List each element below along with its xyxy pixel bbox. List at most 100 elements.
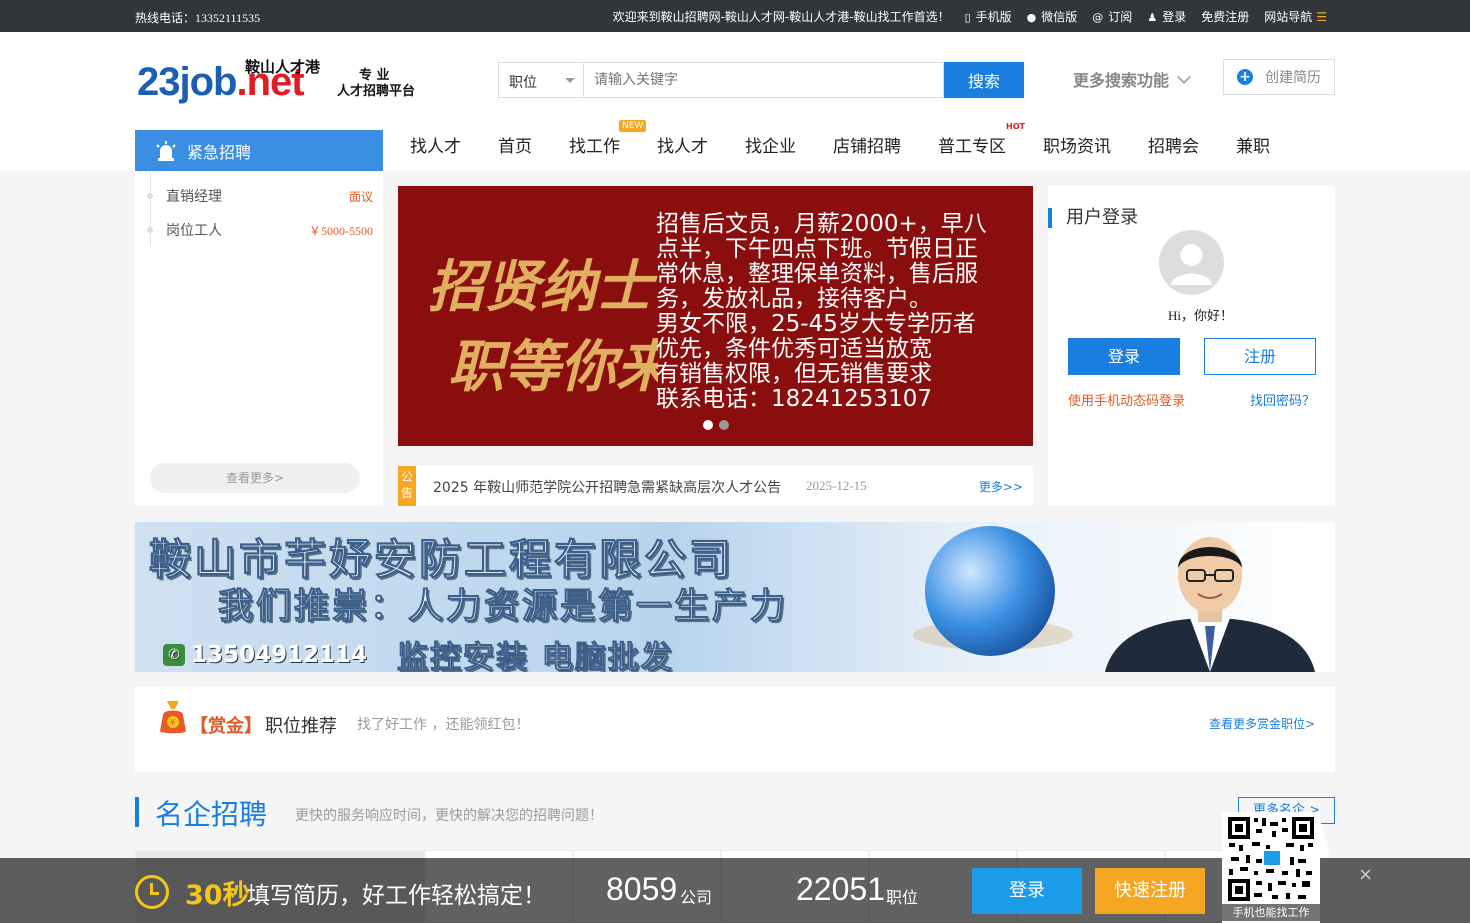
notice-date: 2025-12-15 [806, 478, 867, 493]
quick-register-button[interactable]: 快速注册 [1095, 868, 1205, 914]
hotline: 热线电话：13352111535 [135, 11, 261, 25]
top-login-link[interactable]: ♟ 登录 [1147, 8, 1186, 25]
job-salary: 面议 [348, 190, 373, 204]
user-avatar-icon [1171, 244, 1212, 285]
notice-more-link[interactable]: 更多>> [979, 478, 1023, 495]
sms-login-link[interactable]: 使用手机动态码登录 [1068, 390, 1185, 409]
subscribe-link[interactable]: @ 订阅 [1092, 8, 1132, 25]
forgot-password-link[interactable]: 找回密码？ [1250, 390, 1315, 409]
timeline-dot [147, 227, 153, 233]
urgent-recruit-tab[interactable]: 紧急招聘 [135, 130, 383, 171]
reward-more-link[interactable]: 查看更多赏金职位> [1209, 715, 1315, 732]
urgent-list: 直销经理 面议 岗位工人 ￥5000-5500 查看更多> [135, 171, 383, 506]
famous-desc: 更快的服务响应时间，更快的解决您的招聘问题！ [295, 808, 603, 824]
sticky-login-button[interactable]: 登录 [972, 868, 1082, 914]
reward-desc: 找了好工作 ，还能领红包！ [357, 717, 530, 733]
site-logo[interactable]: 23job.net 鞍山人才港 专 业 人才招聘平台 [137, 54, 427, 114]
greeting: Hi，你好！ [1167, 308, 1233, 323]
timeline-dot [147, 193, 153, 199]
phone-icon: ✆ [163, 644, 185, 666]
chevron-down-icon [1176, 69, 1192, 85]
nav-find-talent[interactable]: 找人才 [410, 132, 461, 158]
svg-text:¥: ¥ [170, 718, 175, 727]
new-badge: NEW [619, 120, 647, 132]
job-salary: ￥5000-5500 [309, 224, 373, 238]
notice-bar: 公告 2025 年鞍山师范学院公开招聘急需紧缺高层次人才公告 2025-12-1… [398, 466, 1033, 506]
carousel-dot[interactable] [703, 420, 713, 430]
signup-slogan: 填写简历，好工作轻松搞定！ [247, 883, 546, 909]
famous-title: 名企招聘 [155, 798, 268, 831]
top-links: 欢迎来到鞍山招聘网-鞍山人才网-鞍山人才港-鞍山找工作首选！ ▯ 手机版 ● 微信版… [613, 8, 1327, 25]
famous-header: 名企招聘 更快的服务响应时间，更快的解决您的招聘问题！ 更多名企 > [135, 795, 1335, 831]
nav-find-company[interactable]: 找企业 [745, 132, 796, 158]
carousel-dots [703, 420, 729, 430]
menu-icon: ☰ [1316, 10, 1327, 24]
dropdown-arrow-icon [565, 78, 575, 83]
calligraphy-image: 招贤纳士 职等你来 [428, 254, 658, 400]
banner-text: 招售后文员，月薪2000+，早八 点半，下午四点下班。节假日正 常休息，整理保单… [656, 211, 987, 412]
nav-job-fair[interactable]: 招聘会 [1148, 132, 1199, 158]
money-bag-icon: ¥ [160, 701, 186, 734]
ad-slogan: 我们推崇：人力资源是第一生产力 [217, 587, 789, 628]
avatar [1159, 230, 1224, 295]
nav-home[interactable]: 首页 [498, 132, 532, 158]
free-register-link[interactable]: 免费注册 [1201, 8, 1249, 25]
svg-text:招贤纳士: 招贤纳士 [428, 254, 658, 320]
login-panel: 用户登录 Hi，你好！ 登录 注册 使用手机动态码登录 找回密码？ [1048, 186, 1335, 506]
user-icon: ♟ [1147, 11, 1158, 24]
ad-phone: ✆ 13504912114 [163, 642, 367, 668]
search-input[interactable] [584, 62, 944, 98]
header: 23job.net 鞍山人才港 专 业 人才招聘平台 职位 搜索 更多搜索功能 … [0, 32, 1470, 171]
hot-badge: HOT [1006, 122, 1025, 131]
wechat-link[interactable]: ● 微信版 [1027, 8, 1078, 25]
nav-shop-recruit[interactable]: 店铺招聘 [833, 132, 901, 158]
qr-code-icon [1226, 815, 1316, 903]
search-button[interactable]: 搜索 [944, 62, 1024, 98]
list-item[interactable]: 岗位工人 ￥5000-5500 [145, 220, 373, 240]
logo-name: 鞍山人才港 [245, 58, 321, 76]
mobile-icon: ▯ [964, 11, 971, 24]
company-ad-banner[interactable]: 鞍山市芊妤安防工程有限公司 我们推崇：人力资源是第一生产力 监控安装 电脑批发 … [135, 522, 1335, 672]
wechat-icon: ● [1026, 11, 1037, 24]
businessman-image [1105, 537, 1315, 672]
mobile-link[interactable]: ▯ 手机版 [965, 8, 1012, 25]
more-search-link[interactable]: 更多搜索功能 [1073, 67, 1192, 91]
qr-code: 手机也能找工作 [1222, 812, 1320, 923]
register-button[interactable]: 注册 [1204, 338, 1316, 375]
job-count: 22051 [796, 871, 885, 907]
plus-icon: + [1237, 69, 1253, 85]
qr-caption: 手机也能找工作 [1222, 904, 1320, 921]
notice-title[interactable]: 2025 年鞍山师范学院公开招聘急需紧缺高层次人才公告 [433, 477, 781, 497]
reward-title: 职位推荐 [265, 716, 337, 737]
hero-banner[interactable]: 招贤纳士 职等你来 招售后文员，月薪2000+，早八 点半，下午四点下班。节假日… [398, 186, 1033, 446]
alarm-icon [156, 140, 176, 161]
create-resume-button[interactable]: + 创建简历 [1223, 59, 1335, 95]
urgent-more-button[interactable]: 查看更多> [150, 463, 360, 493]
reward-section: ¥ 【赏金】 职位推荐 找了好工作 ，还能领红包！ 查看更多赏金职位> [135, 687, 1335, 772]
clock-icon [135, 875, 169, 909]
nav-career-news[interactable]: 职场资讯 [1043, 132, 1111, 158]
login-button[interactable]: 登录 [1068, 338, 1180, 375]
carousel-dot[interactable] [719, 420, 729, 430]
svg-text:职等你来: 职等你来 [448, 334, 658, 400]
company-count-unit: 公司 [680, 888, 713, 907]
ad-business: 监控安装 电脑批发 [397, 640, 674, 673]
nav-part-time[interactable]: 兼职 [1236, 132, 1270, 158]
logo-tag2: 人才招聘平台 [337, 84, 416, 99]
login-title: 用户登录 [1048, 208, 1138, 228]
notice-tag: 公告 [398, 466, 416, 506]
seconds-highlight: 30秒 [185, 880, 250, 911]
nav-find-job[interactable]: 找工作 NEW [569, 120, 647, 158]
nav-general-worker[interactable]: 普工专区 HOT [938, 122, 1025, 158]
title-bar [135, 797, 139, 827]
top-bar: 热线电话：13352111535 欢迎来到鞍山招聘网-鞍山人才网-鞍山人才港-鞍… [0, 0, 1470, 32]
site-nav-link[interactable]: 网站导航 ☰ [1264, 8, 1327, 25]
nav-find-talent-2[interactable]: 找人才 [657, 132, 708, 158]
at-icon: @ [1092, 11, 1104, 24]
company-count: 8059 [606, 871, 678, 907]
job-title: 岗位工人 [166, 223, 222, 239]
close-icon[interactable]: × [1358, 864, 1373, 885]
list-item[interactable]: 直销经理 面议 [145, 186, 373, 206]
job-count-unit: 职位 [886, 888, 919, 907]
search-category-select[interactable]: 职位 [498, 62, 584, 98]
